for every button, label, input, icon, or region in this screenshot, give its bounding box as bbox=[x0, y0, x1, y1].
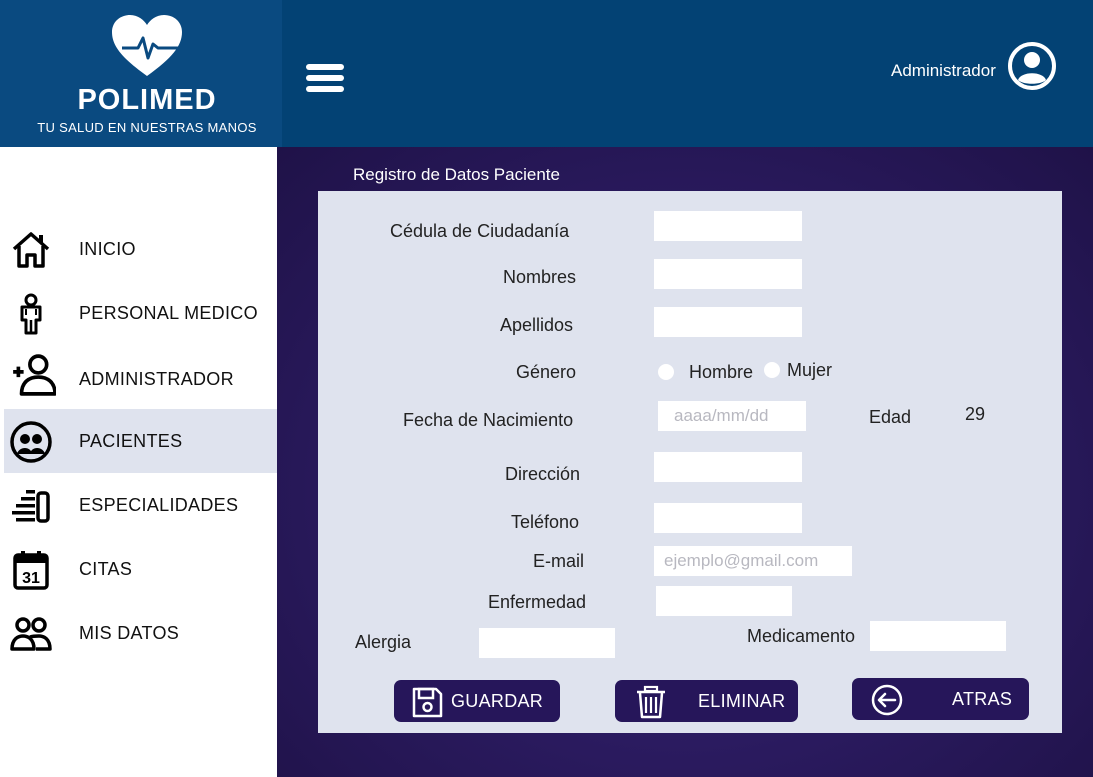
sidebar-item-mis-datos[interactable]: MIS DATOS bbox=[4, 601, 277, 665]
calendar-icon: 31 bbox=[13, 551, 49, 590]
edad-value: 29 bbox=[965, 404, 986, 424]
fecha-nacimiento-label: Fecha de Nacimiento bbox=[403, 410, 574, 430]
apellidos-label: Apellidos bbox=[500, 315, 574, 335]
radio-hombre-label: Hombre bbox=[689, 362, 754, 382]
save-icon bbox=[412, 687, 443, 718]
atras-label: ATRAS bbox=[952, 689, 1013, 709]
edad-label: Edad bbox=[869, 407, 912, 427]
radio-mujer-label: Mujer bbox=[787, 360, 833, 380]
radio-hombre[interactable] bbox=[658, 364, 674, 380]
eliminar-label: ELIMINAR bbox=[698, 691, 786, 711]
brand-tagline: TU SALUD EN NUESTRAS MANOS bbox=[37, 120, 257, 135]
back-arrow-icon bbox=[871, 684, 903, 716]
email-input[interactable] bbox=[654, 546, 852, 576]
atras-button[interactable]: ATRAS bbox=[852, 678, 1029, 720]
nombres-label: Nombres bbox=[503, 267, 577, 287]
form-title: Registro de Datos Paciente bbox=[353, 165, 560, 184]
medicamento-input[interactable] bbox=[870, 621, 1006, 651]
add-user-icon bbox=[13, 354, 56, 396]
enfermedad-input[interactable] bbox=[656, 586, 792, 616]
sidebar-item-label: PERSONAL MEDICO bbox=[79, 303, 258, 323]
direccion-input[interactable] bbox=[654, 452, 802, 482]
fecha-nacimiento-input[interactable] bbox=[658, 401, 806, 431]
specialties-icon bbox=[12, 490, 50, 523]
medicamento-label: Medicamento bbox=[747, 626, 856, 646]
sidebar-item-personal-medico[interactable]: PERSONAL MEDICO bbox=[4, 281, 277, 345]
sidebar-item-pacientes[interactable]: PACIENTES bbox=[4, 409, 277, 473]
email-label: E-mail bbox=[533, 551, 585, 571]
telefono-input[interactable] bbox=[654, 503, 802, 533]
calendar-day: 31 bbox=[22, 570, 40, 587]
apellidos-input[interactable] bbox=[654, 307, 802, 337]
logo[interactable]: POLIMED TU SALUD EN NUESTRAS MANOS bbox=[0, 0, 282, 147]
patients-icon bbox=[10, 421, 52, 463]
doctor-icon bbox=[20, 293, 42, 335]
cedula-input[interactable] bbox=[654, 211, 802, 241]
sidebar-item-label: MIS DATOS bbox=[79, 623, 180, 643]
telefono-label: Teléfono bbox=[511, 512, 580, 532]
hamburger-menu-icon[interactable] bbox=[306, 64, 346, 96]
sidebar-item-citas[interactable]: 31 CITAS bbox=[4, 537, 277, 601]
sidebar-item-label: ADMINISTRADOR bbox=[79, 369, 234, 389]
guardar-button[interactable]: GUARDAR bbox=[394, 680, 560, 722]
cedula-label: Cédula de Ciudadanía bbox=[390, 221, 570, 241]
enfermedad-label: Enfermedad bbox=[488, 592, 587, 612]
sidebar-item-label: CITAS bbox=[79, 559, 133, 579]
sidebar-item-especialidades[interactable]: ESPECIALIDADES bbox=[4, 473, 277, 537]
alergia-label: Alergia bbox=[355, 632, 412, 652]
direccion-label: Dirección bbox=[505, 464, 581, 484]
guardar-label: GUARDAR bbox=[451, 691, 544, 711]
brand-name: POLIMED bbox=[77, 84, 217, 116]
user-label: Administrador bbox=[891, 61, 996, 80]
sidebar-item-label: INICIO bbox=[79, 239, 136, 259]
trash-icon bbox=[637, 685, 665, 719]
sidebar-item-inicio[interactable]: INICIO bbox=[4, 217, 277, 281]
alergia-input[interactable] bbox=[479, 628, 615, 658]
top-header: POLIMED TU SALUD EN NUESTRAS MANOS Admin… bbox=[0, 0, 1093, 147]
sidebar-item-label: ESPECIALIDADES bbox=[79, 495, 239, 515]
radio-mujer[interactable] bbox=[764, 362, 780, 378]
home-icon bbox=[12, 232, 50, 268]
heart-pulse-icon bbox=[112, 15, 182, 76]
eliminar-button[interactable]: ELIMINAR bbox=[615, 680, 798, 722]
user-avatar-icon[interactable] bbox=[1007, 41, 1057, 91]
nombres-input[interactable] bbox=[654, 259, 802, 289]
users-icon bbox=[10, 617, 52, 651]
sidebar-item-label: PACIENTES bbox=[79, 431, 183, 451]
sidebar-item-administrador[interactable]: ADMINISTRADOR bbox=[4, 347, 277, 411]
genero-label: Género bbox=[516, 362, 577, 382]
sidebar: INICIO PERSONAL MEDICO ADMINISTRADOR PAC… bbox=[0, 147, 277, 777]
